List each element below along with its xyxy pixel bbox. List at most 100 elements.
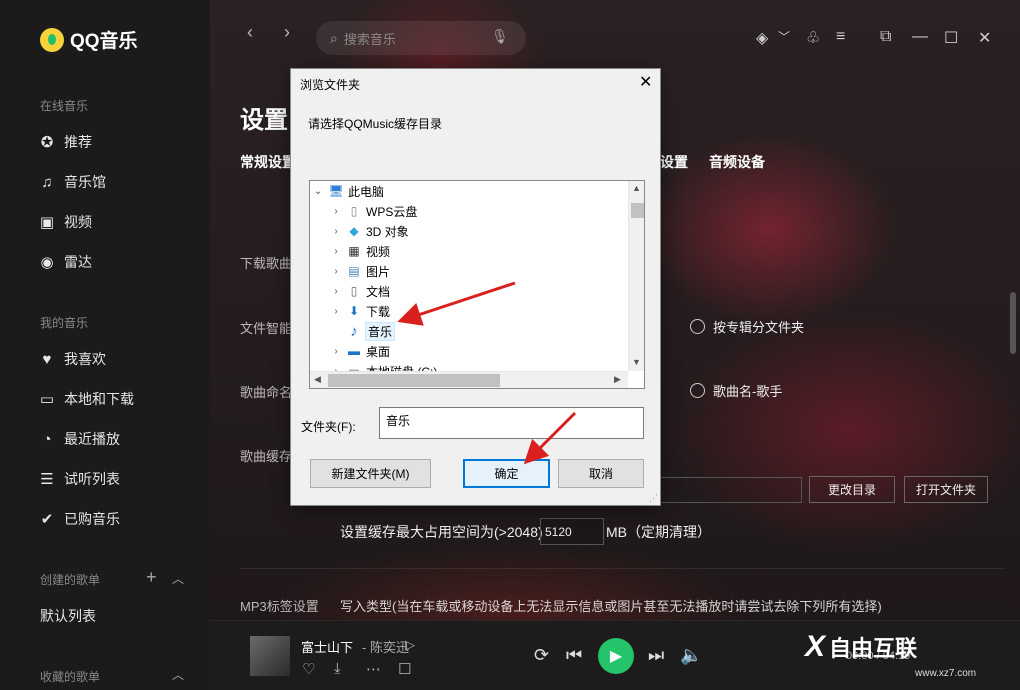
star-icon: ✪ (40, 134, 54, 151)
watermark-brand: 自由互联 (829, 636, 918, 661)
scroll-left-icon[interactable]: ◀ (314, 374, 321, 385)
mv-icon[interactable]: ▷ (405, 637, 415, 653)
tree-item-pictures[interactable]: › ▤ 图片 (330, 262, 390, 280)
tree-item-music[interactable]: ♪ 音乐 (330, 321, 396, 341)
settings-scrollbar[interactable] (1010, 292, 1016, 354)
new-folder-button[interactable]: 新建文件夹(M) (310, 459, 431, 488)
sidebar-item-label: 音乐馆 (64, 174, 106, 190)
dialog-close-icon[interactable]: ✕ (639, 72, 652, 92)
sidebar-item-recent[interactable]: ◔ 最近播放 (38, 428, 120, 450)
collapsed-arrow-icon[interactable]: › (330, 246, 342, 257)
sidebar-item-trial-list[interactable]: ☰ 试听列表 (38, 468, 120, 490)
collapsed-arrow-icon[interactable]: › (330, 266, 342, 277)
scroll-down-icon[interactable]: ▼ (632, 357, 641, 367)
sidebar-item-local-download[interactable]: ▭ 本地和下载 (38, 388, 134, 410)
music-note-icon: ♫ (41, 173, 53, 191)
menu-icon[interactable]: ≡ (836, 28, 845, 46)
shirt-icon[interactable]: ♧ (806, 28, 820, 48)
back-arrow-icon[interactable]: ‹ (247, 22, 253, 43)
sidebar-item-label: 默认列表 (40, 608, 96, 624)
chevron-down-icon[interactable]: ﹀ (778, 28, 790, 45)
mini-mode-icon[interactable]: ⧉ (880, 28, 891, 46)
collapsed-arrow-icon[interactable]: › (330, 226, 342, 237)
search-input[interactable]: 搜索音乐 (344, 29, 396, 48)
sidebar-item-purchased[interactable]: ✔ 已购音乐 (38, 508, 120, 530)
sidebar-item-favorites[interactable]: ♥ 我喜欢 (38, 348, 106, 370)
tree-item-desktop[interactable]: › ▬ 桌面 (330, 342, 390, 360)
created-playlists-title: 创建的歌单 (40, 573, 101, 587)
watermark-url: www.xz7.com (915, 668, 977, 679)
scroll-thumb[interactable] (631, 203, 644, 218)
comment-icon[interactable]: ☐ (398, 660, 411, 678)
collapsed-arrow-icon[interactable]: › (330, 206, 342, 217)
tree-vertical-scrollbar[interactable]: ▲ ▼ (628, 181, 644, 371)
scroll-thumb[interactable] (328, 374, 500, 387)
collapsed-arrow-icon[interactable]: › (330, 306, 342, 317)
collapsed-arrow-icon[interactable]: › (330, 286, 342, 297)
download-icon: ⬇ (348, 304, 360, 318)
skin-icon[interactable]: ◈ (756, 28, 768, 48)
volume-icon[interactable]: 🔈 (680, 645, 702, 666)
next-track-icon[interactable]: ⏭ (648, 645, 664, 666)
previous-track-icon[interactable]: ⏮ (566, 645, 582, 666)
tree-item-this-pc[interactable]: ⌄ 🖥 此电脑 (312, 182, 384, 200)
play-button[interactable]: ▶ (598, 638, 634, 674)
name-artist-radio[interactable]: 歌曲名-歌手 (690, 381, 782, 400)
ok-button[interactable]: 确定 (463, 459, 550, 488)
sidebar-item-recommend[interactable]: ✪ 推荐 (38, 131, 92, 153)
sidebar-item-default-list[interactable]: 默认列表 (40, 605, 96, 627)
album-cover[interactable] (250, 636, 290, 676)
song-title[interactable]: 富士山下 (301, 637, 353, 656)
app-logo[interactable]: QQ音乐 (40, 26, 138, 53)
loop-icon[interactable]: ⟳ (534, 645, 549, 666)
dialog-prompt: 请选择QQMusic缓存目录 (308, 117, 443, 131)
like-heart-icon[interactable]: ♡ (302, 660, 315, 678)
cache-limit-input[interactable]: 5120 (540, 518, 604, 545)
folder-tree[interactable]: ⌄ 🖥 此电脑 › ▯ WPS云盘 › ◆ 3D 对象 › ▦ 视频 › ▤ 图… (309, 180, 645, 389)
radio-label: 歌曲名-歌手 (713, 384, 783, 399)
collapsed-arrow-icon[interactable]: › (330, 346, 342, 357)
sidebar-item-music-hall[interactable]: ♫ 音乐馆 (38, 171, 106, 193)
tab-general-settings[interactable]: 常规设置 (240, 152, 296, 172)
tree-horizontal-scrollbar[interactable]: ◀ ▶ (310, 371, 628, 388)
tree-item-3d-objects[interactable]: › ◆ 3D 对象 (330, 222, 409, 240)
download-icon[interactable]: ⤓ (334, 660, 341, 677)
tree-item-documents[interactable]: › ▯ 文档 (330, 282, 390, 300)
folder-name-input[interactable]: 音乐 (379, 407, 644, 439)
sidebar-item-video[interactable]: ▣ 视频 (38, 211, 92, 233)
sidebar-item-radar[interactable]: ◉ 雷达 (38, 251, 92, 273)
scroll-right-icon[interactable]: ▶ (614, 374, 621, 385)
cancel-button[interactable]: 取消 (558, 459, 644, 488)
tab-audio-device[interactable]: 音频设备 (709, 152, 765, 172)
open-folder-button[interactable]: 打开文件夹 (904, 476, 988, 503)
close-icon[interactable]: ✕ (978, 28, 991, 48)
tree-item-label: 3D 对象 (366, 224, 409, 239)
download-songs-label: 下载歌曲 (240, 256, 293, 271)
forward-arrow-icon[interactable]: › (284, 22, 290, 43)
more-icon[interactable]: ⋯ (366, 660, 381, 678)
tree-item-label: WPS云盘 (366, 204, 418, 219)
album-folder-radio[interactable]: 按专辑分文件夹 (690, 317, 804, 336)
collapse-created-chevron-icon[interactable]: ︿ (172, 570, 184, 587)
change-directory-button[interactable]: 更改目录 (809, 476, 895, 503)
dialog-title: 浏览文件夹 (300, 78, 361, 92)
tab-settings-partial[interactable]: 设置 (660, 152, 688, 172)
document-icon: ▯ (350, 204, 358, 218)
music-note-icon: ♪ (350, 322, 358, 340)
song-cache-label: 歌曲缓存 (240, 449, 293, 464)
add-playlist-plus-icon[interactable]: + (146, 567, 157, 588)
song-artist[interactable]: - 陈奕迅 (362, 637, 409, 656)
voice-search-icon[interactable]: 🎙 (491, 28, 509, 45)
tree-item-wps-cloud[interactable]: › ▯ WPS云盘 (330, 202, 417, 220)
search-icon: ⌕ (330, 29, 338, 46)
expanded-arrow-icon[interactable]: ⌄ (312, 186, 324, 197)
tree-item-downloads[interactable]: › ⬇ 下载 (330, 302, 390, 320)
tree-item-label: 视频 (366, 244, 391, 259)
maximize-icon[interactable]: ☐ (944, 28, 958, 48)
tree-item-videos[interactable]: › ▦ 视频 (330, 242, 390, 260)
scroll-up-icon[interactable]: ▲ (632, 183, 641, 193)
minimize-icon[interactable]: — (912, 28, 928, 46)
resize-grip-icon[interactable]: ⋰ (649, 493, 658, 504)
collapse-collected-chevron-icon[interactable]: ︿ (172, 666, 184, 683)
mp3-tag-label: MP3标签设置 (240, 599, 319, 614)
